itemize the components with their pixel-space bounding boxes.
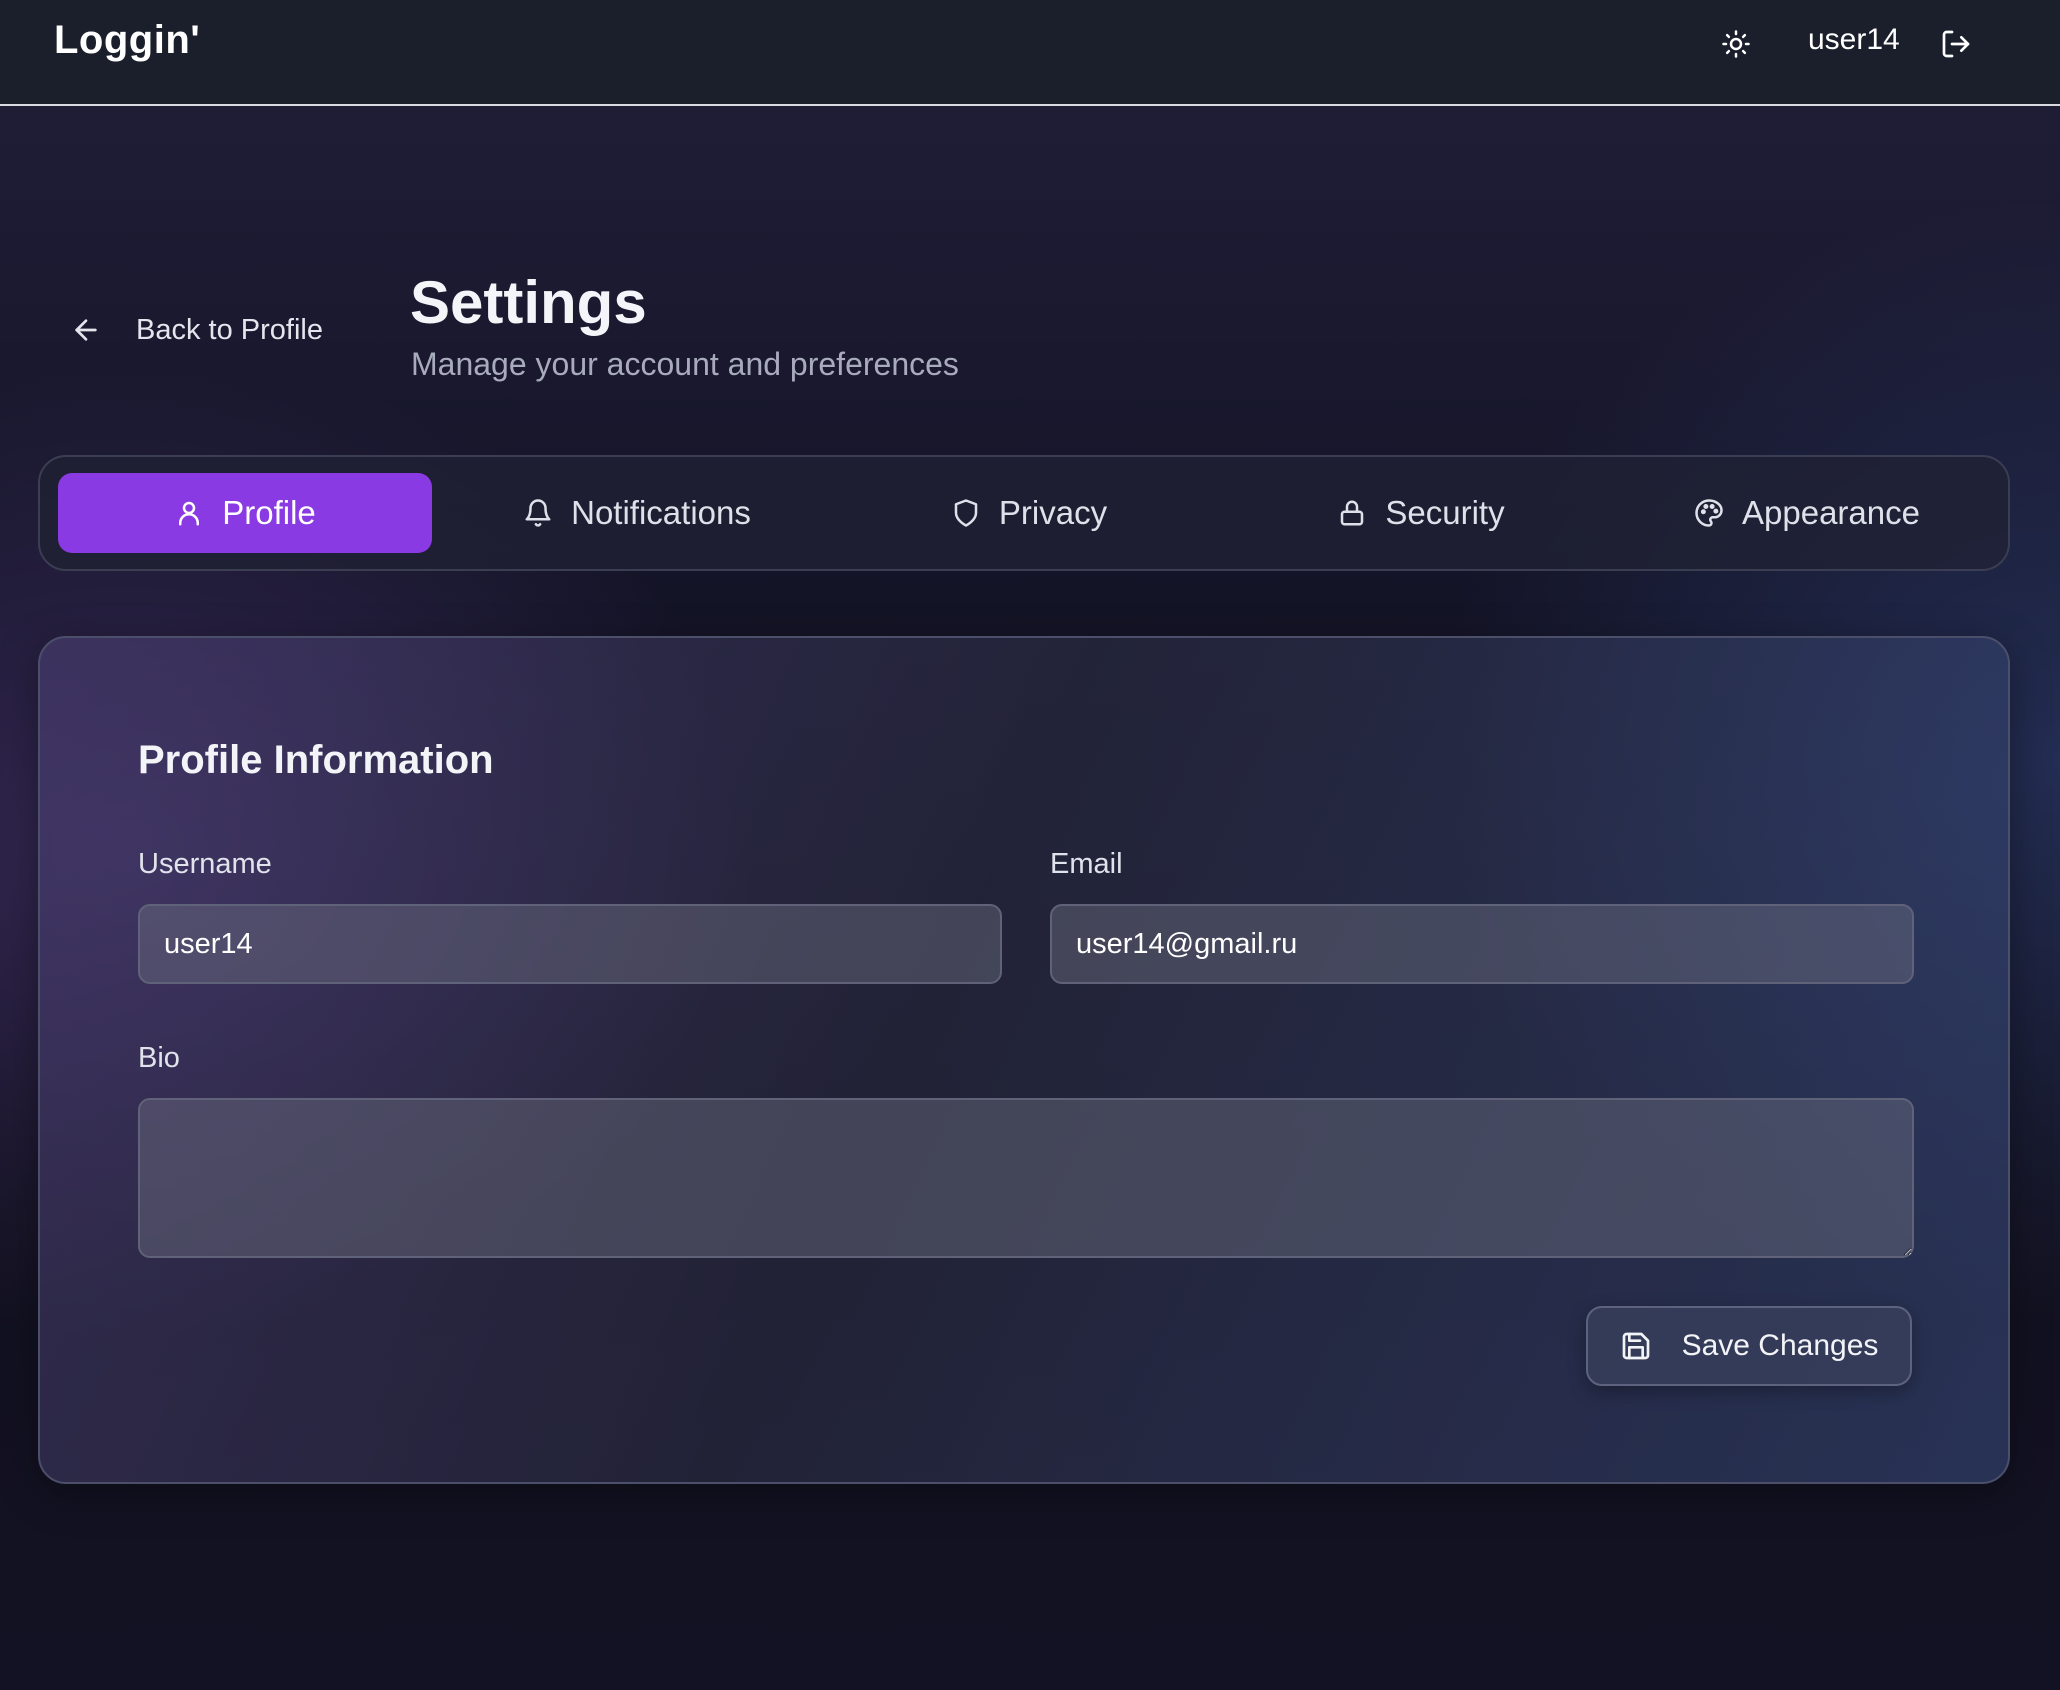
username-input[interactable] [138,904,1002,984]
back-to-profile-label: Back to Profile [136,313,323,346]
arrow-left-icon [75,319,97,341]
tab-appearance[interactable]: Appearance [1620,473,1994,553]
page-subtitle: Manage your account and preferences [411,346,959,382]
sun-icon [1722,30,1750,58]
tab-notifications-label: Notifications [571,494,751,531]
save-changes-label: Save Changes [1681,1329,1879,1362]
palette-icon [1695,499,1723,527]
log-out-icon [1942,30,1970,58]
save-icon [1622,1332,1649,1360]
email-input[interactable] [1050,904,1914,984]
profile-information-card: Profile Information Username Email Bio S… [38,636,2010,1484]
user-icon [179,501,200,526]
bio-label: Bio [138,1042,180,1074]
email-label: Email [1050,848,1123,880]
bio-textarea[interactable] [138,1098,1914,1258]
logout-button[interactable] [1936,24,1976,64]
username-label: Username [138,848,272,880]
settings-tabs: Profile Notifications Privacy Security A… [38,455,2010,571]
tab-security[interactable]: Security [1234,473,1608,553]
brand-logo[interactable]: Loggin' [54,18,200,63]
tab-notifications[interactable]: Notifications [450,473,824,553]
tab-privacy[interactable]: Privacy [842,473,1216,553]
tab-profile-label: Profile [222,494,316,531]
top-navbar: Loggin' user14 [0,0,2060,106]
shield-icon [954,499,978,527]
save-changes-button[interactable]: Save Changes [1586,1306,1912,1386]
tab-appearance-label: Appearance [1742,494,1920,531]
tab-profile[interactable]: Profile [58,473,432,553]
page-title: Settings [410,269,647,336]
theme-toggle-button[interactable] [1716,24,1756,64]
bell-icon [525,499,551,527]
card-title: Profile Information [138,738,494,782]
lock-icon [1341,500,1364,526]
tab-privacy-label: Privacy [998,494,1108,531]
back-to-profile-link[interactable]: Back to Profile [70,310,323,350]
current-user-link[interactable]: user14 [1808,23,1900,57]
tab-security-label: Security [1385,494,1505,531]
